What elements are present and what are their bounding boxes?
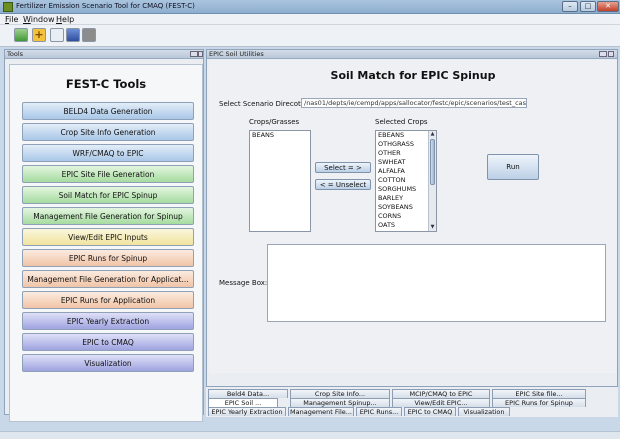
tool-button[interactable]: EPIC Site File Generation bbox=[22, 165, 194, 183]
tab[interactable]: EPIC Soil ... bbox=[208, 398, 278, 407]
tab[interactable]: Crop Site Info... bbox=[290, 389, 390, 398]
tools-title: FEST-C Tools bbox=[65, 77, 147, 91]
tab[interactable]: EPIC Site file... bbox=[492, 389, 586, 398]
list-item[interactable]: EBEANS bbox=[376, 131, 436, 140]
list-item[interactable]: BARLEY bbox=[376, 194, 436, 203]
tool-button[interactable]: EPIC Yearly Extraction bbox=[22, 312, 194, 330]
tool-button[interactable]: View/Edit EPIC Inputs bbox=[22, 228, 194, 246]
tool-button[interactable]: Soil Match for EPIC Spinup bbox=[22, 186, 194, 204]
run-button[interactable]: Run bbox=[487, 154, 539, 180]
tools-content: FEST-C Tools BELD4 Data Generation Crop S… bbox=[9, 64, 203, 422]
maximize-icon[interactable]: □ bbox=[580, 1, 596, 12]
selected-crops-label: Selected Crops bbox=[375, 118, 428, 126]
epic-soil-panel: EPIC Soil Utilities Soil Match for EPIC … bbox=[206, 49, 618, 387]
tool-button[interactable]: EPIC Runs for Spinup bbox=[22, 249, 194, 267]
tab[interactable]: EPIC Yearly Extraction bbox=[208, 407, 286, 416]
tab[interactable]: EPIC Runs... bbox=[356, 407, 402, 416]
list-item[interactable]: OTHGRASS bbox=[376, 140, 436, 149]
window-title: Fertilizer Emission Scenario Tool for CM… bbox=[16, 2, 195, 10]
toolbar: + bbox=[0, 25, 620, 47]
list-item[interactable]: CORNS bbox=[376, 212, 436, 221]
tab[interactable]: EPIC to CMAQ bbox=[404, 407, 456, 416]
list-item[interactable]: SORGHUMS bbox=[376, 185, 436, 194]
epic-panel-header: EPIC Soil Utilities bbox=[207, 50, 617, 59]
page-title: Soil Match for EPIC Spinup bbox=[330, 69, 496, 82]
tools-panel: Tools FEST-C Tools BELD4 Data Generation… bbox=[4, 49, 204, 422]
scroll-thumb[interactable] bbox=[430, 139, 435, 185]
list-item[interactable]: OTHER bbox=[376, 149, 436, 158]
tool-button[interactable]: BELD4 Data Generation bbox=[22, 102, 194, 120]
app-icon bbox=[3, 2, 13, 12]
menu-file[interactable]: File bbox=[5, 15, 18, 24]
menu-help[interactable]: Help bbox=[56, 15, 74, 24]
list-item[interactable]: CANOLA bbox=[376, 230, 436, 231]
list-item[interactable]: ALFALFA bbox=[376, 167, 436, 176]
tool-button[interactable]: Management File Generation for Spinup bbox=[22, 207, 194, 225]
tab[interactable]: View/Edit EPIC... bbox=[392, 398, 490, 407]
title-bar: Fertilizer Emission Scenario Tool for CM… bbox=[0, 0, 620, 14]
tool-button[interactable]: WRF/CMAQ to EPIC bbox=[22, 144, 194, 162]
restore-icon[interactable] bbox=[190, 51, 198, 57]
crops-label: Crops/Grasses bbox=[249, 118, 300, 126]
copy-icon[interactable] bbox=[50, 28, 64, 42]
list-item[interactable]: BEANS bbox=[250, 131, 310, 140]
tab[interactable]: MCIP/CMAQ to EPIC bbox=[392, 389, 490, 398]
message-box[interactable] bbox=[267, 244, 606, 322]
menu-window[interactable]: Window bbox=[23, 15, 55, 24]
selected-crops-list[interactable]: EBEANS OTHGRASS OTHER SWHEAT ALFALFA COTTON SO… bbox=[375, 130, 437, 232]
tool-button[interactable]: Visualization bbox=[22, 354, 194, 372]
restore-icon[interactable] bbox=[599, 51, 607, 57]
tab[interactable]: Management File... bbox=[288, 407, 354, 416]
unselect-button[interactable]: < = Unselect bbox=[315, 179, 371, 190]
scenario-label: Select Scenario Direcotry: bbox=[219, 100, 310, 108]
scroll-up-icon[interactable]: ▲ bbox=[429, 131, 436, 138]
tab[interactable]: Visualization bbox=[458, 407, 510, 416]
tool-button[interactable]: Management File Generation for Applicat.… bbox=[22, 270, 194, 288]
close-icon[interactable]: ✕ bbox=[597, 1, 619, 12]
scrollbar[interactable]: ▲ ▼ bbox=[428, 131, 436, 231]
save-icon[interactable] bbox=[66, 28, 80, 42]
new-icon[interactable]: + bbox=[32, 28, 46, 42]
list-item[interactable]: COTTON bbox=[376, 176, 436, 185]
tool-button[interactable]: EPIC to CMAQ bbox=[22, 333, 194, 351]
trash-icon[interactable] bbox=[82, 28, 96, 42]
list-item[interactable]: SWHEAT bbox=[376, 158, 436, 167]
tab[interactable]: Beld4 Data... bbox=[208, 389, 288, 398]
menu-bar: File Window Help bbox=[0, 14, 620, 25]
tool-button[interactable]: Crop Site Info Generation bbox=[22, 123, 194, 141]
panel-close-icon[interactable] bbox=[198, 51, 203, 57]
scroll-down-icon[interactable]: ▼ bbox=[429, 224, 436, 231]
epic-content: Soil Match for EPIC Spinup Select Scenar… bbox=[209, 60, 617, 373]
list-item[interactable]: SOYBEANS bbox=[376, 203, 436, 212]
status-bar bbox=[0, 431, 620, 439]
crops-list[interactable]: BEANS bbox=[249, 130, 311, 232]
panel-close-icon[interactable] bbox=[608, 51, 614, 57]
scenario-directory-field[interactable]: /nas01/depts/ie/cempd/apps/sallocator/fe… bbox=[301, 98, 527, 108]
select-button[interactable]: Select = > bbox=[315, 162, 371, 173]
tools-panel-header: Tools bbox=[5, 50, 203, 59]
tab[interactable]: Management Spinup... bbox=[290, 398, 390, 407]
tool-button[interactable]: EPIC Runs for Application bbox=[22, 291, 194, 309]
message-box-label: Message Box: bbox=[219, 279, 268, 287]
minimize-icon[interactable]: – bbox=[562, 1, 578, 12]
list-item[interactable]: OATS bbox=[376, 221, 436, 230]
open-folder-icon[interactable] bbox=[14, 28, 28, 42]
tab[interactable]: EPIC Runs for Spinup bbox=[492, 398, 586, 407]
